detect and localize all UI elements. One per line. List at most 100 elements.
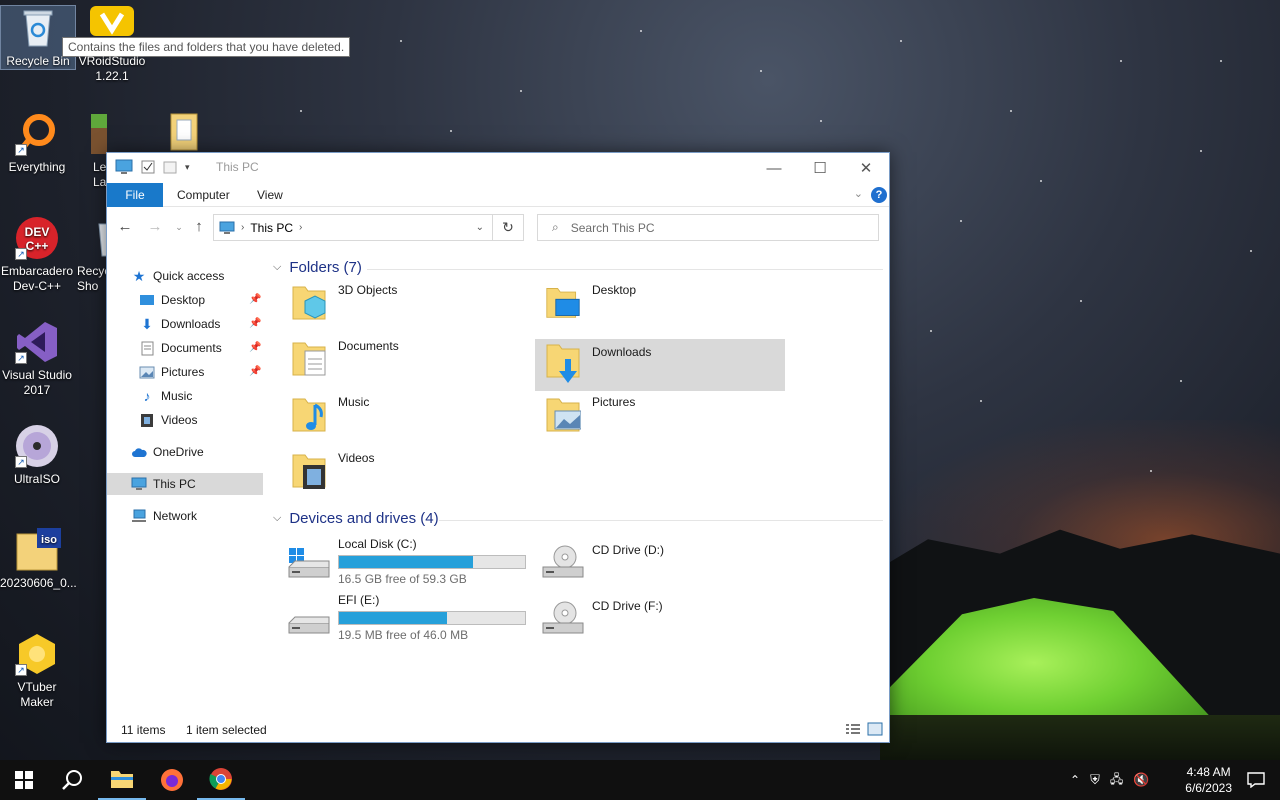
breadcrumb-this-pc[interactable]: This PC: [250, 221, 293, 235]
taskbar-file-explorer[interactable]: [98, 760, 146, 800]
navigation-pane: ★ Quick access Desktop 📌 ⬇ Downloads 📌 D…: [107, 261, 267, 716]
nav-item-desktop[interactable]: Desktop: [139, 289, 205, 311]
folders-group-header[interactable]: ⌵ Folders (7): [273, 259, 362, 276]
folder-tile-pictures[interactable]: Pictures: [535, 389, 785, 441]
drive-label: CD Drive (D:): [592, 543, 664, 557]
drives-group-header[interactable]: ⌵ Devices and drives (4): [273, 510, 439, 527]
nav-item-documents[interactable]: Documents: [139, 337, 222, 359]
new-folder-icon[interactable]: [163, 160, 177, 174]
address-bar[interactable]: › This PC › ⌄: [213, 214, 493, 241]
nav-onedrive[interactable]: OneDrive: [131, 441, 204, 463]
star: [1120, 60, 1122, 62]
ultraiso-icon: ↗: [15, 424, 59, 468]
star: [400, 40, 402, 42]
network-icon[interactable]: 🖧: [1110, 770, 1123, 791]
nav-label: Downloads: [161, 317, 221, 331]
chrome-icon: [209, 768, 232, 790]
nav-item-pictures[interactable]: Pictures: [139, 361, 204, 383]
folder-tile-documents[interactable]: Documents: [281, 333, 531, 385]
taskbar-chrome[interactable]: [197, 760, 245, 800]
back-button[interactable]: ←: [115, 217, 135, 237]
show-hidden-icons-chevron-icon[interactable]: ⌃: [1070, 773, 1080, 787]
folder-label: Desktop: [592, 283, 637, 297]
breadcrumb-separator-icon: ›: [241, 222, 245, 233]
windows-security-icon[interactable]: ⛨: [1090, 772, 1100, 788]
star: [1250, 250, 1252, 252]
desktop-icon-ultraiso[interactable]: ↗ UltraISO: [0, 424, 74, 487]
properties-icon[interactable]: [141, 160, 155, 174]
group-title: Devices and drives (4): [289, 510, 439, 527]
desktop-icon-vroidstudio[interactable]: VRoidStudio 1.22.1: [75, 6, 149, 84]
customize-qa-chevron-icon[interactable]: ▾: [185, 162, 190, 173]
start-button[interactable]: [0, 760, 48, 800]
group-title: Folders (7): [289, 259, 362, 276]
folder-tile-downloads[interactable]: Downloads: [535, 339, 785, 391]
desktop-icon-devcpp[interactable]: DEV C++ ↗ Embarcadero Dev-C++: [0, 216, 74, 294]
drive-tile-e[interactable]: EFI (E:) 19.5 MB free of 46.0 MB: [281, 591, 531, 642]
search-button[interactable]: [48, 760, 96, 800]
desktop-icon-everything[interactable]: ↗ Everything: [0, 112, 74, 175]
drive-tile-f[interactable]: CD Drive (F:): [535, 591, 785, 641]
details-view-icon[interactable]: [845, 723, 861, 738]
shortcut-arrow-icon: ↗: [15, 144, 27, 156]
pin-icon[interactable]: 📌: [249, 318, 261, 329]
minimize-button[interactable]: —: [751, 153, 797, 183]
forward-button[interactable]: →: [145, 217, 165, 237]
maximize-button[interactable]: ☐: [797, 153, 843, 183]
up-arrow-icon: ↑: [195, 218, 203, 235]
action-center-button[interactable]: [1232, 760, 1280, 800]
nav-item-music[interactable]: ♪ Music: [139, 385, 193, 407]
drive-tile-c[interactable]: Local Disk (C:) 16.5 GB free of 59.3 GB: [281, 535, 531, 586]
desktop-icon-iso-file[interactable]: iso 20230606_0...: [0, 528, 77, 591]
nav-item-downloads[interactable]: ⬇ Downloads: [139, 313, 220, 335]
recycle-bin-icon: [16, 6, 60, 50]
tab-view[interactable]: View: [257, 183, 283, 207]
folder-tile-videos[interactable]: Videos: [281, 445, 531, 497]
shortcut-arrow-icon: ↗: [15, 248, 27, 260]
grass: [880, 715, 1280, 765]
folder-label: Downloads: [592, 345, 652, 359]
taskbar-firefox[interactable]: [148, 760, 196, 800]
expand-ribbon-chevron-icon[interactable]: ⌄: [854, 187, 863, 200]
star: [760, 70, 762, 72]
this-pc-icon: [131, 476, 147, 492]
large-icons-view-icon[interactable]: [867, 722, 883, 739]
up-button[interactable]: ↑: [189, 217, 209, 237]
this-pc-icon: [219, 221, 235, 234]
folder-tile-music[interactable]: Music: [281, 389, 531, 441]
folder-tile-desktop[interactable]: Desktop: [535, 277, 785, 329]
drive-usage-bar: [338, 611, 526, 625]
nav-item-videos[interactable]: Videos: [139, 409, 197, 431]
group-divider: [367, 269, 883, 270]
recent-locations-button[interactable]: ⌄: [169, 217, 189, 237]
ribbon-tabs: File Computer View ⌄ ?: [107, 183, 889, 207]
desktop-icon-vtuber-maker[interactable]: ↗ VTuber Maker: [0, 632, 74, 710]
nav-this-pc[interactable]: This PC: [107, 473, 263, 495]
help-button[interactable]: ?: [871, 187, 887, 203]
desktop-icon-recycle-shortcut[interactable]: Recyc Sho: [75, 216, 107, 294]
tab-computer[interactable]: Computer: [177, 183, 230, 207]
explorer-window: ▾ This PC — ☐ ✕ File Computer View ⌄ ? ←…: [106, 152, 890, 743]
back-arrow-icon: ←: [117, 218, 133, 235]
refresh-button[interactable]: ↻: [493, 214, 524, 241]
breadcrumb-separator-icon[interactable]: ›: [299, 222, 302, 233]
nav-network[interactable]: Network: [131, 505, 197, 527]
nav-quick-access[interactable]: ★ Quick access: [131, 265, 225, 287]
clock[interactable]: 4:48 AM 6/6/2023: [1185, 764, 1232, 796]
pin-icon[interactable]: 📌: [249, 342, 261, 353]
pin-icon[interactable]: 📌: [249, 366, 261, 377]
star-icon: ★: [132, 267, 146, 284]
search-box[interactable]: ⌕ Search This PC: [537, 214, 879, 241]
folder-tile-3d-objects[interactable]: 3D Objects: [281, 277, 531, 329]
group-divider: [439, 520, 883, 521]
volume-muted-icon[interactable]: 🔇: [1133, 772, 1149, 788]
pin-icon[interactable]: 📌: [249, 294, 261, 305]
address-dropdown-icon[interactable]: ⌄: [476, 222, 484, 233]
shortcut-arrow-icon: ↗: [15, 352, 27, 364]
desktop-icon-minecraft-launcher[interactable]: Le Lau: [75, 112, 107, 190]
tab-file[interactable]: File: [107, 183, 163, 207]
close-button[interactable]: ✕: [843, 153, 889, 183]
desktop-icon-visual-studio[interactable]: ↗ Visual Studio 2017: [0, 320, 74, 398]
content-pane: ⌵ Folders (7) 3D Objects Desktop Documen…: [267, 259, 889, 716]
drive-tile-d[interactable]: CD Drive (D:): [535, 535, 785, 585]
